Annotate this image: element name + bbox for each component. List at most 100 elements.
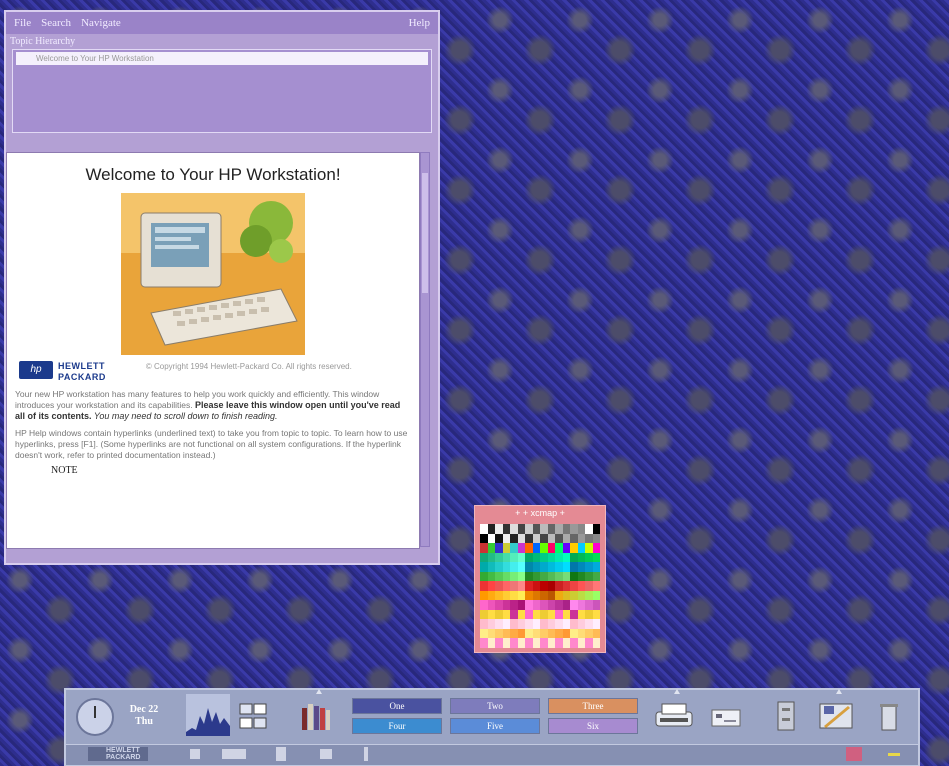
- color-swatch: [555, 619, 563, 629]
- color-swatch: [577, 524, 585, 534]
- workspace-five-button[interactable]: Five: [450, 718, 540, 734]
- color-swatch: [562, 628, 570, 639]
- xcmap-title[interactable]: + + xcmap +: [475, 506, 605, 520]
- topic-item-selected[interactable]: Welcome to Your HP Workstation: [16, 52, 428, 65]
- color-swatch: [555, 600, 563, 610]
- copyright-text: © Copyright 1994 Hewlett-Packard Co. All…: [145, 362, 352, 371]
- color-swatch: [555, 552, 563, 563]
- color-swatch: [495, 571, 503, 582]
- color-swatch: [525, 552, 533, 563]
- color-swatch: [495, 590, 503, 601]
- menu-file[interactable]: File: [14, 17, 31, 29]
- hyperlink-paragraph: HP Help windows contain hyperlinks (unde…: [15, 428, 408, 460]
- color-swatch: [585, 533, 593, 544]
- hp-panel-logo-line2: PACKARD: [106, 754, 141, 761]
- color-swatch: [480, 524, 488, 534]
- color-swatch: [502, 524, 510, 534]
- color-swatch: [480, 590, 488, 601]
- color-swatch: [532, 581, 540, 591]
- color-swatch: [592, 562, 600, 572]
- help-vertical-scrollbar[interactable]: [420, 152, 430, 547]
- colormap-grid: [480, 524, 600, 648]
- style-manager-icon[interactable]: [818, 700, 856, 732]
- help-content-pane: Welcome to Your HP Workstation! hp HEWLE…: [6, 152, 420, 549]
- date-display[interactable]: Dec 22 Thu: [124, 704, 164, 728]
- color-swatch: [547, 619, 555, 629]
- load-meter-icon[interactable]: [186, 694, 230, 736]
- menu-help[interactable]: Help: [409, 17, 430, 29]
- workspace-three-button[interactable]: Three: [548, 698, 638, 714]
- subpanel-arrow-icon[interactable]: [836, 689, 842, 694]
- color-swatch: [547, 543, 555, 553]
- hp-wordmark-line2: PACKARD: [58, 372, 106, 382]
- color-swatch: [555, 533, 563, 544]
- hp-logo: hp: [19, 361, 53, 379]
- color-swatch: [585, 552, 593, 563]
- cabinet-icon[interactable]: [770, 700, 802, 732]
- color-swatch: [592, 571, 600, 582]
- workspace-four-button[interactable]: Four: [352, 718, 442, 734]
- file-manager-icon[interactable]: [238, 700, 270, 732]
- color-swatch: [547, 581, 555, 591]
- workspace-two-button[interactable]: Two: [450, 698, 540, 714]
- color-swatch: [532, 552, 540, 563]
- color-swatch: [540, 524, 548, 534]
- color-swatch: [502, 628, 510, 639]
- color-swatch: [502, 590, 510, 601]
- color-swatch: [502, 533, 510, 544]
- menu-navigate[interactable]: Navigate: [81, 17, 121, 29]
- color-swatch: [592, 590, 600, 601]
- color-swatch: [562, 571, 570, 582]
- date-weekday: Thu: [135, 716, 153, 727]
- color-swatch: [540, 533, 548, 544]
- color-swatch: [555, 562, 563, 572]
- subpanel-arrow-icon[interactable]: [674, 689, 680, 694]
- color-swatch: [577, 600, 585, 610]
- minimized-app-icon[interactable]: [364, 747, 368, 761]
- color-swatch: [510, 628, 518, 639]
- color-swatch: [540, 609, 548, 620]
- color-swatch: [480, 562, 488, 572]
- front-panel-bottom-bar: HEWLETT PACKARD: [66, 744, 918, 765]
- color-swatch: [562, 543, 570, 553]
- color-swatch: [525, 543, 533, 553]
- color-swatch: [540, 552, 548, 563]
- front-panel: Dec 22 Thu One Two Three Four Five Six H…: [64, 688, 920, 766]
- desktop: { "help_window": { "menu": { "file": "Fi…: [0, 0, 949, 766]
- menu-search[interactable]: Search: [41, 17, 71, 29]
- trash-icon[interactable]: [872, 700, 904, 732]
- color-swatch: [592, 552, 600, 563]
- color-swatch: [487, 600, 495, 610]
- color-swatch: [562, 590, 570, 601]
- color-swatch: [487, 619, 495, 629]
- workspace-six-button[interactable]: Six: [548, 718, 638, 734]
- color-swatch: [555, 571, 563, 582]
- minimized-app-icon[interactable]: [222, 749, 246, 759]
- color-swatch: [547, 562, 555, 572]
- color-swatch: [510, 571, 518, 582]
- minimized-app-icon[interactable]: [190, 749, 200, 759]
- manuals-books-icon[interactable]: [300, 700, 332, 732]
- color-swatch: [570, 524, 578, 534]
- mail-icon[interactable]: [710, 700, 742, 732]
- minimized-app-icon[interactable]: [276, 747, 286, 761]
- calendar-icon[interactable]: [846, 747, 862, 761]
- subpanel-arrow-icon[interactable]: [316, 689, 322, 694]
- color-swatch: [562, 619, 570, 629]
- date-month-day: Dec 22: [129, 704, 159, 715]
- color-swatch: [495, 524, 503, 534]
- color-swatch: [495, 628, 503, 639]
- color-swatch: [510, 600, 518, 610]
- hp-panel-logo-line1: HEWLETT: [106, 747, 140, 754]
- scrollbar-thumb[interactable]: [422, 173, 428, 293]
- workspace-one-button[interactable]: One: [352, 698, 442, 714]
- printer-icon[interactable]: [654, 700, 694, 732]
- color-swatch: [570, 562, 578, 572]
- topic-hierarchy-list[interactable]: Welcome to Your HP Workstation: [12, 49, 432, 133]
- xcmap-window[interactable]: + + xcmap +: [474, 505, 606, 653]
- minimized-app-icon[interactable]: [320, 749, 332, 759]
- color-swatch: [532, 571, 540, 582]
- color-swatch: [570, 533, 578, 544]
- color-swatch: [487, 533, 495, 544]
- clock-icon[interactable]: [76, 698, 114, 736]
